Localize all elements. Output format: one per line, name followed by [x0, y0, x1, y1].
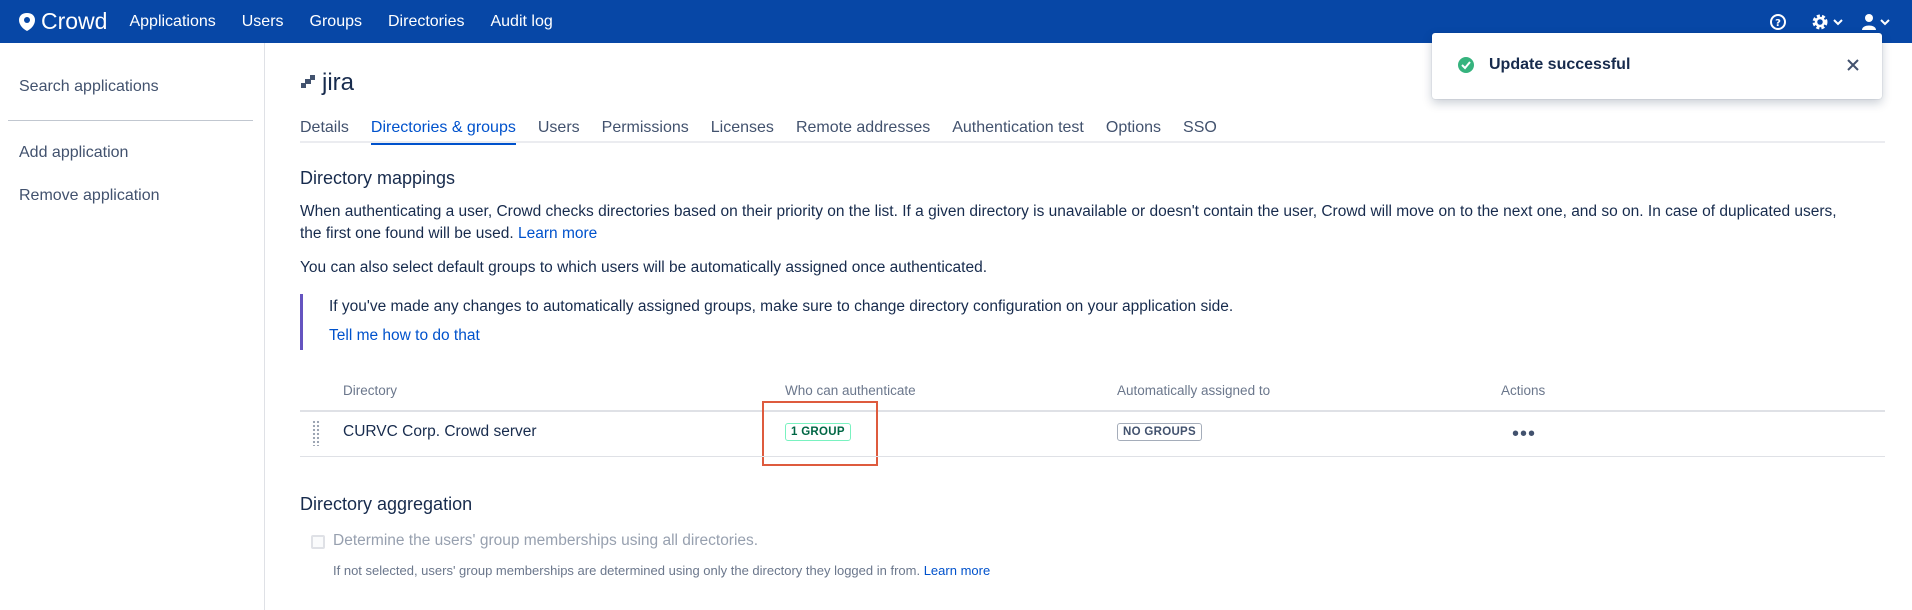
- toast-title: Update successful: [1489, 56, 1631, 73]
- chevron-down-icon: [1833, 18, 1843, 25]
- callout-text: If you've made any changes to automatica…: [329, 298, 1234, 315]
- assigned-groups-badge[interactable]: NO GROUPS: [1117, 423, 1202, 441]
- application-icon: [301, 75, 315, 88]
- aggregation-learn-more-link[interactable]: Learn more: [924, 563, 990, 578]
- drag-handle-icon[interactable]: [312, 420, 320, 446]
- table-row-divider: [300, 456, 1885, 457]
- column-header-directory: Directory: [343, 383, 398, 398]
- tab-authentication-test[interactable]: Authentication test: [952, 119, 1084, 143]
- nav-applications[interactable]: Applications: [129, 13, 215, 31]
- mappings-description-text: When authenticating a user, Crowd checks…: [300, 203, 1837, 220]
- nav-groups[interactable]: Groups: [310, 13, 362, 31]
- tab-sso[interactable]: SSO: [1183, 119, 1217, 143]
- aggregation-checkbox[interactable]: [311, 535, 325, 549]
- tell-me-how-link[interactable]: Tell me how to do that: [329, 327, 480, 345]
- column-header-actions: Actions: [1501, 383, 1546, 398]
- main-content: jira Details Directories & groups Users …: [300, 43, 1885, 610]
- nav-users[interactable]: Users: [242, 13, 284, 31]
- user-icon[interactable]: [1861, 13, 1890, 31]
- close-icon[interactable]: [1843, 55, 1863, 75]
- table-row-directory-name[interactable]: CURVC Corp. Crowd server: [343, 423, 537, 441]
- mappings-description: When authenticating a user, Crowd checks…: [300, 201, 1885, 245]
- sidebar-item-remove-application[interactable]: Remove application: [19, 187, 160, 205]
- default-groups-description: You can also select default groups to wh…: [300, 259, 988, 276]
- tab-users[interactable]: Users: [538, 119, 580, 143]
- directory-aggregation-heading: Directory aggregation: [300, 494, 473, 514]
- aggregation-help-text-body: If not selected, users' group membership…: [333, 563, 921, 578]
- crowd-logo-icon: [19, 12, 35, 31]
- sidebar-divider: [8, 120, 253, 121]
- nav-directories[interactable]: Directories: [388, 13, 464, 31]
- learn-more-link[interactable]: Learn more: [518, 225, 597, 242]
- sidebar-item-add-application[interactable]: Add application: [19, 144, 128, 162]
- mappings-description-text-2: the first one found will be used.: [300, 225, 514, 242]
- top-nav: Applications Users Groups Directories Au…: [129, 13, 578, 31]
- info-callout: If you've made any changes to automatica…: [300, 294, 1233, 350]
- success-toast: Update successful: [1432, 33, 1882, 99]
- chevron-down-icon: [1880, 18, 1890, 25]
- table-header-divider: [300, 410, 1885, 412]
- tab-permissions[interactable]: Permissions: [602, 119, 689, 143]
- more-actions-icon[interactable]: •••: [1512, 423, 1536, 446]
- nav-audit-log[interactable]: Audit log: [490, 13, 552, 31]
- sidebar: Search applications Add application Remo…: [0, 43, 265, 610]
- aggregation-help-text: If not selected, users' group membership…: [333, 563, 990, 578]
- column-header-who-can-authenticate: Who can authenticate: [785, 383, 916, 398]
- tab-remote-addresses[interactable]: Remote addresses: [796, 119, 930, 143]
- tab-options[interactable]: Options: [1106, 119, 1161, 143]
- page-title-text: jira: [322, 69, 355, 96]
- tab-licenses[interactable]: Licenses: [711, 119, 774, 143]
- aggregation-checkbox-label[interactable]: Determine the users' group memberships u…: [333, 532, 758, 550]
- page-title: jira: [300, 69, 354, 97]
- success-check-icon: [1458, 57, 1474, 73]
- tab-details[interactable]: Details: [300, 119, 349, 143]
- tab-bar: Details Directories & groups Users Permi…: [300, 119, 1885, 145]
- crowd-logo[interactable]: Crowd: [18, 8, 107, 35]
- sidebar-item-search-applications[interactable]: Search applications: [19, 78, 159, 96]
- app-name: Crowd: [41, 8, 108, 34]
- tab-directories-groups[interactable]: Directories & groups: [370, 119, 516, 145]
- directory-mappings-heading: Directory mappings: [300, 168, 456, 188]
- column-header-automatically-assigned: Automatically assigned to: [1117, 383, 1271, 398]
- settings-icon[interactable]: [1810, 12, 1843, 32]
- svg-text:?: ?: [1775, 18, 1781, 29]
- help-icon[interactable]: ?: [1769, 13, 1787, 31]
